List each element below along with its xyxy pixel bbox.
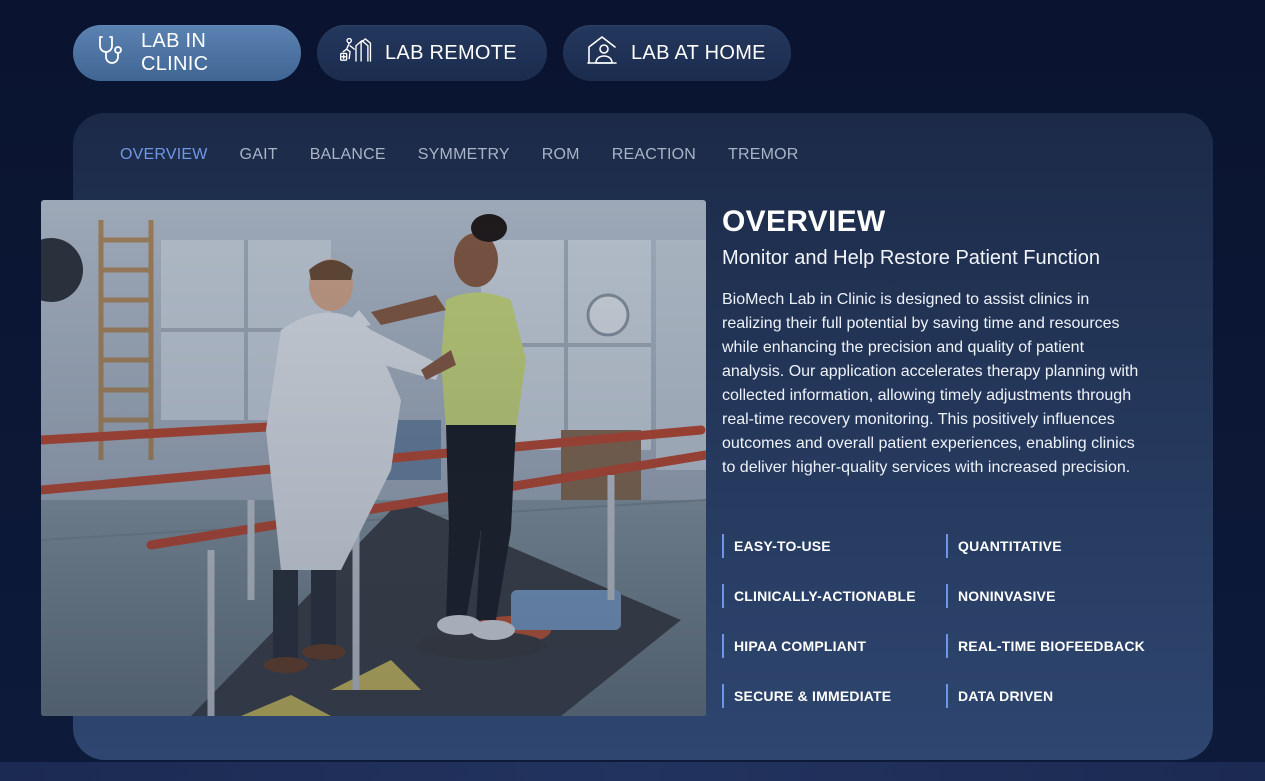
remote-patient-icon: [339, 33, 373, 73]
tab-lab-at-home[interactable]: LAB AT HOME: [563, 25, 791, 81]
tab-lab-remote[interactable]: LAB REMOTE: [317, 25, 547, 81]
section-title: OVERVIEW: [722, 205, 886, 238]
feature-data-driven: DATA DRIVEN: [946, 684, 1152, 708]
feature-easy-to-use: EASY-TO-USE: [722, 534, 946, 558]
feature-hipaa-compliant: HIPAA COMPLIANT: [722, 634, 946, 658]
tab-gait[interactable]: GAIT: [240, 144, 278, 166]
section-description: BioMech Lab in Clinic is designed to ass…: [722, 291, 1139, 476]
overview-content: OVERVIEW Monitor and Help Restore Patien…: [722, 204, 1162, 480]
stethoscope-icon: [95, 33, 129, 73]
feature-real-time-biofeedback: REAL-TIME BIOFEEDBACK: [946, 634, 1152, 658]
section-subtitle: Monitor and Help Restore Patient Functio…: [722, 247, 1100, 269]
tab-rom[interactable]: ROM: [542, 144, 580, 166]
feature-quantitative: QUANTITATIVE: [946, 534, 1152, 558]
page: LAB IN CLINIC LAB REMOTE LAB AT HOME OVE…: [0, 0, 1265, 781]
tab-label: LAB IN CLINIC: [141, 30, 209, 75]
feature-secure-immediate: SECURE & IMMEDIATE: [722, 684, 946, 708]
sub-tab-bar: OVERVIEW GAIT BALANCE SYMMETRY ROM REACT…: [120, 144, 799, 166]
tab-label: LAB AT HOME: [631, 41, 766, 64]
bottom-strip: [0, 762, 1265, 781]
tab-overview[interactable]: OVERVIEW: [120, 144, 208, 166]
tab-tremor[interactable]: TREMOR: [728, 144, 799, 166]
feature-list: EASY-TO-USE QUANTITATIVE CLINICALLY-ACTI…: [722, 534, 1152, 708]
clinic-photo: [41, 200, 706, 716]
tab-label: LAB REMOTE: [385, 41, 517, 64]
feature-noninvasive: NONINVASIVE: [946, 584, 1152, 608]
tab-balance[interactable]: BALANCE: [310, 144, 386, 166]
home-user-icon: [585, 33, 619, 73]
tab-lab-in-clinic[interactable]: LAB IN CLINIC: [73, 25, 301, 81]
feature-clinically-actionable: CLINICALLY-ACTIONABLE: [722, 584, 946, 608]
tab-symmetry[interactable]: SYMMETRY: [418, 144, 510, 166]
tab-reaction[interactable]: REACTION: [612, 144, 696, 166]
